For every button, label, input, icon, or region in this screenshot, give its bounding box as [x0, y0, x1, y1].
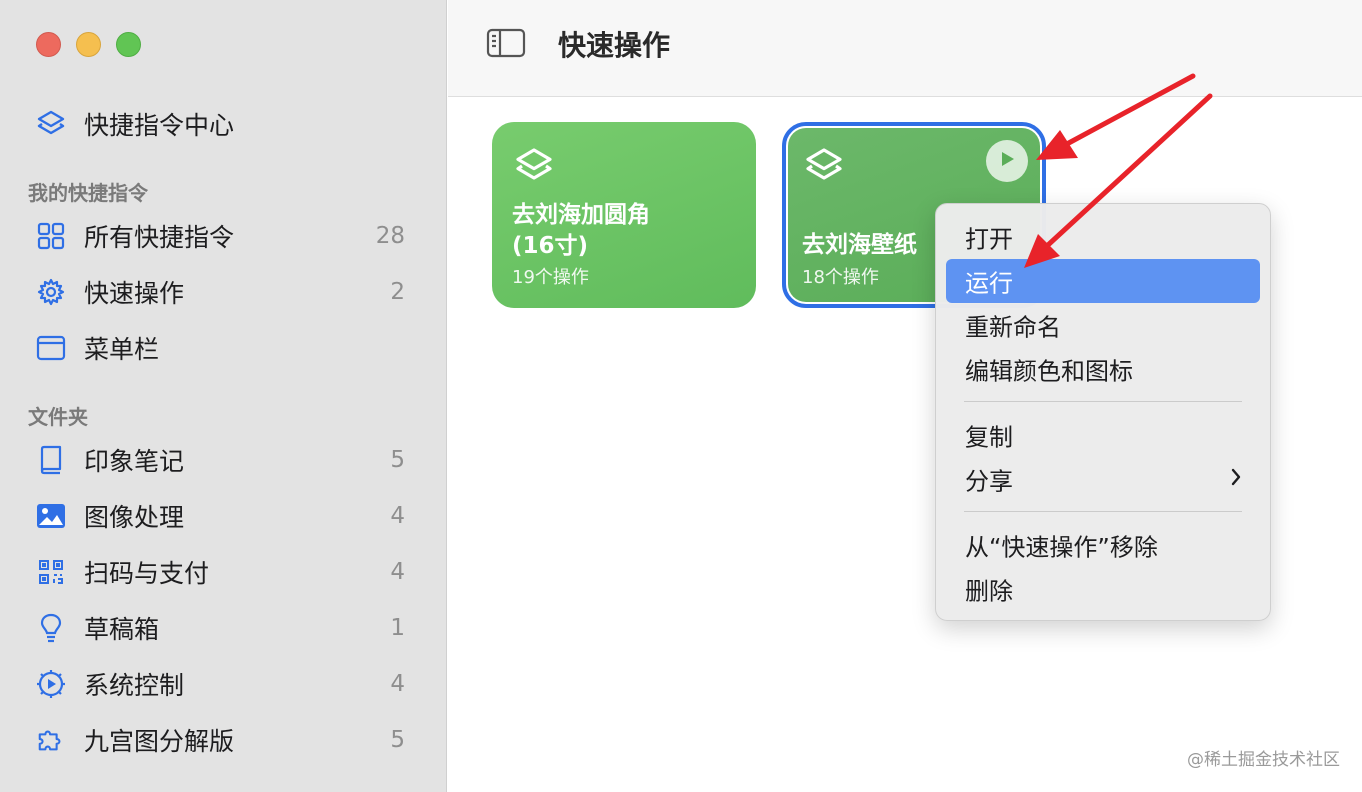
sidebar-item-label: 系统控制 — [84, 671, 185, 700]
menu-item-delete[interactable]: 删除 — [946, 567, 1260, 611]
shortcuts-stack-icon — [514, 146, 554, 190]
chevron-right-icon — [1230, 467, 1242, 491]
menu-separator — [964, 401, 1242, 402]
close-window-button[interactable] — [36, 32, 61, 57]
menu-item-label: 从“快速操作”移除 — [965, 533, 1158, 562]
sidebar-folder-system-control[interactable]: 系统控制 4 — [0, 659, 447, 709]
section-header-my-shortcuts: 我的快捷指令 — [28, 181, 148, 205]
menu-item-open[interactable]: 打开 — [946, 215, 1260, 259]
lightbulb-icon — [36, 613, 66, 643]
card-title: 去刘海壁纸 — [802, 232, 917, 258]
sidebar-item-label: 图像处理 — [84, 503, 185, 532]
run-button[interactable] — [986, 140, 1028, 182]
sidebar-folder-nine-grid[interactable]: 九宫图分解版 5 — [0, 715, 447, 765]
menu-item-rename[interactable]: 重新命名 — [946, 303, 1260, 347]
menu-item-label: 打开 — [965, 225, 1013, 254]
card-subtitle: 19个操作 — [512, 267, 589, 288]
sidebar-item-gallery[interactable]: 快捷指令中心 — [0, 99, 447, 149]
sidebar-item-count: 28 — [375, 223, 405, 249]
sidebar-item-label: 草稿箱 — [84, 615, 160, 644]
sidebar-item-count: 2 — [390, 279, 405, 305]
sidebar-item-count: 4 — [390, 559, 405, 585]
zoom-window-button[interactable] — [116, 32, 141, 57]
sidebar-item-count: 1 — [390, 615, 405, 641]
sidebar-item-label: 快捷指令中心 — [84, 111, 235, 140]
photo-icon — [36, 501, 66, 531]
gear-icon — [36, 277, 66, 307]
sidebar-item-count: 4 — [390, 503, 405, 529]
menu-item-label: 运行 — [965, 269, 1013, 298]
sidebar-item-label: 菜单栏 — [84, 335, 160, 364]
card-title: 去刘海加圆角 — [512, 202, 650, 228]
card-title-line2: (16寸) — [512, 233, 589, 259]
sidebar-folder-evernote[interactable]: 印象笔记 5 — [0, 435, 447, 485]
menu-item-label: 复制 — [965, 423, 1013, 452]
card-subtitle: 18个操作 — [802, 267, 879, 288]
sidebar-item-count: 5 — [390, 727, 405, 753]
page-title: 快速操作 — [558, 29, 671, 62]
watermark: @稀土掘金技术社区 — [1187, 750, 1340, 770]
sidebar-folder-image-processing[interactable]: 图像处理 4 — [0, 491, 447, 541]
sidebar-item-label: 九宫图分解版 — [84, 727, 235, 756]
window-icon — [36, 333, 66, 363]
sidebar-toggle-icon[interactable] — [486, 28, 526, 62]
menu-item-share[interactable]: 分享 — [946, 457, 1260, 501]
sidebar-item-count: 4 — [390, 671, 405, 697]
sidebar-item-label: 快速操作 — [84, 279, 185, 308]
menu-item-run[interactable]: 运行 — [946, 259, 1260, 303]
menu-item-remove-from-quick-actions[interactable]: 从“快速操作”移除 — [946, 523, 1260, 567]
context-menu: 打开 运行 重新命名 编辑颜色和图标 复制 分享 从“快速操作”移除 删除 — [935, 203, 1271, 621]
play-icon — [997, 149, 1017, 173]
gear-play-icon — [36, 669, 66, 699]
menu-item-label: 删除 — [965, 577, 1013, 606]
qrcode-icon — [36, 557, 66, 587]
menu-item-label: 分享 — [965, 467, 1013, 496]
shortcuts-stack-icon — [804, 146, 844, 190]
sidebar-item-count: 5 — [390, 447, 405, 473]
shortcut-card[interactable]: 去刘海加圆角 (16寸) 19个操作 — [492, 122, 756, 308]
menu-item-label: 编辑颜色和图标 — [965, 357, 1133, 386]
menu-separator — [964, 511, 1242, 512]
menu-item-label: 重新命名 — [965, 313, 1061, 342]
sidebar-item-quick-actions[interactable]: 快速操作 2 — [0, 267, 447, 317]
menu-item-duplicate[interactable]: 复制 — [946, 413, 1260, 457]
grid-icon — [36, 221, 66, 251]
sidebar-item-label: 扫码与支付 — [84, 559, 210, 588]
sidebar: 快捷指令中心 我的快捷指令 所有快捷指令 28 快速操作 2 菜单栏 文件夹 印… — [0, 0, 447, 792]
sidebar-folder-scan-pay[interactable]: 扫码与支付 4 — [0, 547, 447, 597]
book-icon — [36, 445, 66, 475]
sidebar-item-label: 所有快捷指令 — [84, 223, 235, 252]
puzzle-icon — [36, 725, 66, 755]
menu-item-edit-color-icon[interactable]: 编辑颜色和图标 — [946, 347, 1260, 391]
toolbar: 快速操作 — [448, 0, 1362, 97]
section-header-folders: 文件夹 — [28, 405, 88, 429]
sidebar-folder-drafts[interactable]: 草稿箱 1 — [0, 603, 447, 653]
minimize-window-button[interactable] — [76, 32, 101, 57]
sidebar-item-all-shortcuts[interactable]: 所有快捷指令 28 — [0, 211, 447, 261]
window-controls — [36, 32, 141, 57]
sidebar-item-menu-bar[interactable]: 菜单栏 — [0, 323, 447, 373]
sidebar-item-label: 印象笔记 — [84, 447, 185, 476]
shortcuts-stack-icon — [36, 109, 66, 139]
